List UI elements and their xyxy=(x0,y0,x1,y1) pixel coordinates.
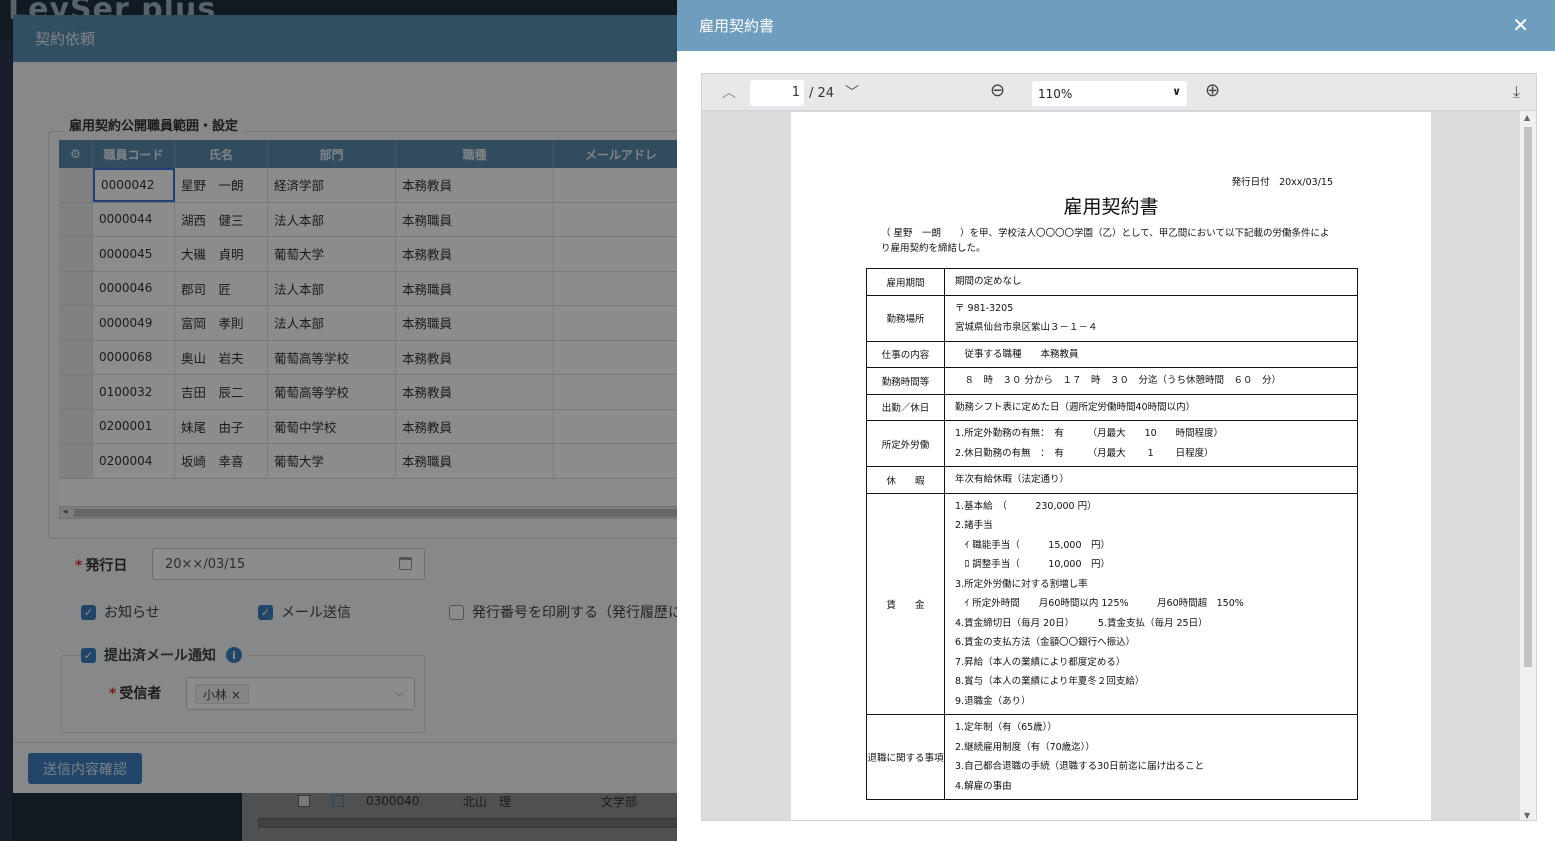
doc-terms-line: 3.所定外労働に対する割増し率 xyxy=(955,578,1088,590)
doc-terms-line: 宮城県仙台市泉区紫山３－１－４ xyxy=(955,322,1098,333)
doc-terms-line: ｲ 所定外時間 月60時間以内 125% 月60時間超 150% xyxy=(955,598,1244,609)
doc-terms-line: 6.賃金の支払方法（金額〇〇銀行へ振込） xyxy=(955,637,1136,648)
doc-terms-row: 勤務時間等 ８ 時 ３０ 分から １７ 時 ３０ 分迄（うち休憩時間 ６０ 分） xyxy=(866,367,1358,395)
doc-terms-line: 3.自己都合退職の手続（退職する30日前迄に届け出ること xyxy=(955,761,1205,772)
doc-terms-line: 年次有給休暇（法定通り） xyxy=(955,474,1070,485)
doc-terms-value: 1.定年制（有（65歳）） 2.継続雇用制度（有（70歳迄）） 3.自己都合退職の手… xyxy=(944,714,1358,800)
page-total: / 24 xyxy=(809,86,835,101)
vertical-scrollbar[interactable]: ▲ ▼ xyxy=(1520,111,1536,820)
pdf-toolbar: ︿ 1 / 24 ﹀ ⊖ 110% ∨ ⊕ ⤓ xyxy=(702,74,1536,111)
document-page: 発行日付 20xx/03/15 雇用契約書 （ 星野 一朗 ）を甲、学校法人〇〇… xyxy=(791,112,1431,820)
chevron-down-icon[interactable]: ﹀ xyxy=(845,82,859,102)
scroll-down-icon[interactable]: ▼ xyxy=(1524,811,1530,820)
doc-terms-row: 雇用期間 期間の定めなし xyxy=(866,268,1358,296)
doc-terms-row: 退職に関する事項 1.定年制（有（65歳）） 2.継続雇用制度（有（70歳迄）） 3.… xyxy=(866,714,1358,800)
doc-terms-row: 賃 金 1.基本給 （ 230,000 円） 2.諸手当 ｲ 職能手当（ 15,00… xyxy=(866,492,1358,715)
doc-terms-line: 2.休日勤務の有無 ： 有 （月最大 1 日程度） xyxy=(955,447,1214,459)
modal-overlay xyxy=(0,0,677,841)
doc-terms-line: 1.所定外勤務の有無： 有 （月最大 10 時間程度） xyxy=(955,428,1224,439)
doc-terms-line: ｲ 職能手当（ 15,000 円） xyxy=(955,539,1111,551)
doc-terms-table: 雇用期間 期間の定めなし 勤務場所〒 981-3205 宮城県仙台市泉区紫山３－１－４… xyxy=(866,268,1358,800)
zoom-in-icon[interactable]: ⊕ xyxy=(1205,80,1220,101)
doc-terms-value: 〒 981-3205 宮城県仙台市泉区紫山３－１－４ xyxy=(944,294,1358,342)
scroll-up-icon[interactable]: ▲ xyxy=(1524,113,1530,122)
doc-terms-heading: 退職に関する事項 xyxy=(866,714,945,800)
doc-terms-line: 1.定年制（有（65歳）） xyxy=(955,722,1057,733)
doc-terms-row: 所定外労働 1.所定外勤務の有無： 有 （月最大 10 時間程度） 2.休日勤務の有… xyxy=(866,420,1358,467)
chevron-down-icon: ∨ xyxy=(1172,85,1181,98)
doc-terms-line: 1.基本給 （ 230,000 円） xyxy=(955,500,1097,512)
doc-terms-value: ８ 時 ３０ 分から １７ 時 ３０ 分迄（うち休憩時間 ６０ 分） xyxy=(944,367,1358,395)
doc-terms-heading: 勤務場所 xyxy=(866,294,945,342)
doc-terms-value: 1.所定外勤務の有無： 有 （月最大 10 時間程度） 2.休日勤務の有無 ： 有… xyxy=(944,420,1358,467)
doc-terms-heading: 雇用期間 xyxy=(866,268,945,296)
doc-terms-line: 4.賃金締切日（毎月 20日） 5.賃金支払（毎月 25日） xyxy=(955,617,1208,629)
page-number-input[interactable]: 1 xyxy=(750,80,804,106)
download-icon[interactable]: ⤓ xyxy=(1513,82,1520,102)
doc-terms-row: 出勤／休日 勤務シフト表に定めた日（週所定労働時間40時間以内） xyxy=(866,393,1358,421)
zoom-select[interactable]: 110% ∨ xyxy=(1032,81,1187,106)
doc-issue-date: 発行日付 20xx/03/15 xyxy=(1231,177,1333,188)
doc-terms-line: ８ 時 ３０ 分から １７ 時 ３０ 分迄（うち休憩時間 ６０ 分） xyxy=(955,375,1282,386)
zoom-value: 110% xyxy=(1038,86,1073,101)
doc-terms-line: 2.諸手当 xyxy=(955,520,993,531)
doc-terms-heading: 仕事の内容 xyxy=(866,340,945,368)
doc-terms-value: 1.基本給 （ 230,000 円） 2.諸手当 ｲ 職能手当（ 15,000 円… xyxy=(944,492,1358,715)
doc-terms-line: 8.賞与（本人の業績により年夏冬２回支給） xyxy=(955,676,1145,687)
doc-terms-value: 期間の定めなし xyxy=(944,268,1358,296)
contract-preview-panel: 雇用契約書 ✕ ︿ 1 / 24 ﹀ ⊖ 110% ∨ ⊕ ⤓ 発行日付 20x… xyxy=(677,0,1555,841)
doc-terms-heading: 勤務時間等 xyxy=(866,367,945,395)
document-area[interactable]: 発行日付 20xx/03/15 雇用契約書 （ 星野 一朗 ）を甲、学校法人〇〇… xyxy=(702,111,1522,820)
scrollbar-thumb[interactable] xyxy=(1524,127,1532,667)
chevron-up-icon[interactable]: ︿ xyxy=(722,82,736,102)
doc-terms-value: 勤務シフト表に定めた日（週所定労働時間40時間以内） xyxy=(944,393,1358,421)
doc-terms-line: 従事する職種 本務教員 xyxy=(955,348,1079,360)
doc-terms-heading: 所定外労働 xyxy=(866,420,945,467)
doc-terms-line: 〒 981-3205 xyxy=(955,302,1014,314)
doc-preamble: （ 星野 一朗 ）を甲、学校法人〇〇〇〇学園（乙）として、甲乙間において以下記載… xyxy=(881,228,1330,254)
doc-terms-line: 9.退職金（あり） xyxy=(955,695,1031,707)
doc-terms-heading: 賃 金 xyxy=(866,492,945,715)
doc-terms-row: 勤務場所〒 981-3205 宮城県仙台市泉区紫山３－１－４ xyxy=(866,294,1358,342)
doc-terms-line: ﾛ 調整手当（ 10,000 円） xyxy=(955,559,1111,570)
doc-terms-line: 7.昇給（本人の業績により都度定める） xyxy=(955,656,1126,668)
zoom-out-icon[interactable]: ⊖ xyxy=(990,80,1005,101)
doc-terms-line: 期間の定めなし xyxy=(955,276,1022,287)
doc-terms-value: 従事する職種 本務教員 xyxy=(944,340,1358,368)
close-icon[interactable]: ✕ xyxy=(1512,13,1529,37)
doc-title: 雇用契約書 xyxy=(1063,196,1159,218)
doc-terms-line: 2.継続雇用制度（有（70歳迄）） xyxy=(955,741,1095,753)
doc-terms-value: 年次有給休暇（法定通り） xyxy=(944,466,1358,494)
doc-terms-heading: 休 暇 xyxy=(866,466,945,494)
panel-title: 雇用契約書 xyxy=(699,17,775,35)
doc-terms-row: 仕事の内容 従事する職種 本務教員 xyxy=(866,340,1358,368)
panel-header: 雇用契約書 ✕ xyxy=(677,0,1555,51)
doc-terms-line: 4.解雇の事由 xyxy=(955,780,1012,792)
doc-terms-line: 勤務シフト表に定めた日（週所定労働時間40時間以内） xyxy=(955,401,1196,413)
doc-terms-heading: 出勤／休日 xyxy=(866,393,945,421)
doc-terms-row: 休 暇年次有給休暇（法定通り） xyxy=(866,466,1358,494)
pdf-viewer: ︿ 1 / 24 ﹀ ⊖ 110% ∨ ⊕ ⤓ 発行日付 20xx/03/15 … xyxy=(701,73,1537,821)
